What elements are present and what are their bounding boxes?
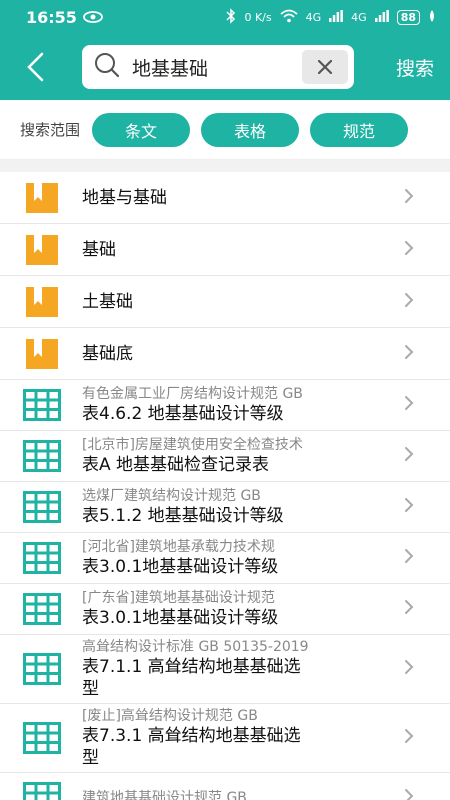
search-header: 地基基础 搜索: [0, 34, 450, 100]
result-title-continued: 型: [82, 679, 99, 699]
result-title: 表7.3.1 高耸结构地基基础选: [82, 726, 301, 746]
scope-label: 搜索范围: [20, 121, 81, 139]
result-row[interactable]: 土基础: [0, 276, 450, 328]
result-row[interactable]: 有色金属工业厂房结构设计规范 GB 表4.6.2 地基基础设计等级: [0, 380, 450, 431]
book-icon: [22, 337, 62, 371]
clear-search-button[interactable]: [302, 50, 348, 84]
signal-icon: [329, 9, 344, 25]
result-row[interactable]: [废止]高耸结构设计规范 GB 表7.3.1 高耸结构地基基础选型: [0, 704, 450, 773]
result-row[interactable]: 建筑地基基础设计规范 GB: [0, 773, 450, 800]
signal-label-1: 4G: [305, 10, 322, 24]
back-button[interactable]: [24, 47, 64, 87]
result-title: 表A 地基基础检查记录表: [82, 455, 270, 475]
chevron-right-icon: [404, 599, 414, 619]
battery-indicator: 88: [396, 9, 420, 25]
book-icon: [22, 181, 62, 215]
search-input[interactable]: 地基基础: [82, 45, 354, 89]
book-icon: [22, 233, 62, 267]
network-speed: 0 K/s: [244, 10, 272, 24]
chevron-right-icon: [404, 188, 414, 208]
result-source: [广东省]建筑地基基础设计规范: [82, 590, 275, 606]
result-text: 地基与基础: [82, 187, 416, 209]
result-title: 表5.1.2 地基基础设计等级: [82, 506, 284, 526]
chevron-right-icon: [404, 395, 414, 415]
result-text: 基础: [82, 239, 416, 261]
result-row[interactable]: 基础底: [0, 328, 450, 380]
chevron-right-icon: [404, 292, 414, 312]
search-query-text: 地基基础: [132, 57, 209, 80]
result-title: 基础底: [82, 343, 133, 364]
result-text: [废止]高耸结构设计规范 GB 表7.3.1 高耸结构地基基础选型: [82, 707, 416, 769]
result-title: 基础: [82, 239, 116, 260]
result-list: 地基与基础基础土基础基础底有色金属工业厂房结构设计规范 GB 表4.6.2 地基基…: [0, 172, 450, 800]
result-source: 建筑地基基础设计规范 GB: [82, 790, 247, 800]
leaf-icon: [428, 9, 436, 25]
result-source: 高耸结构设计标准 GB 50135-2019: [82, 639, 309, 655]
search-icon: [94, 52, 120, 82]
result-row[interactable]: 基础: [0, 224, 450, 276]
result-text: [广东省]建筑地基基础设计规范表3.0.1地基基础设计等级: [82, 589, 416, 629]
result-source: 有色金属工业厂房结构设计规范 GB: [82, 386, 303, 402]
chevron-right-icon: [404, 446, 414, 466]
result-title: 表7.1.1 高耸结构地基基础选: [82, 657, 301, 677]
chevron-right-icon: [404, 788, 414, 800]
result-row[interactable]: 高耸结构设计标准 GB 50135-2019 表7.1.1 高耸结构地基基础选型: [0, 635, 450, 704]
result-source: [河北省]建筑地基承载力技术规: [82, 539, 275, 555]
search-scope-bar: 搜索范围 条文 表格 规范: [0, 100, 450, 160]
result-text: [河北省]建筑地基承载力技术规表3.0.1地基基础设计等级: [82, 538, 416, 578]
result-title: 表4.6.2 地基基础设计等级: [82, 404, 284, 424]
bluetooth-icon: [226, 7, 236, 27]
section-divider: [0, 160, 450, 172]
result-title: 表3.0.1地基基础设计等级: [82, 557, 279, 577]
chevron-left-icon: [27, 52, 44, 82]
result-row[interactable]: 地基与基础: [0, 172, 450, 224]
table-icon: [22, 653, 62, 685]
result-source: [废止]高耸结构设计规范 GB: [82, 708, 258, 724]
result-title: 表3.0.1地基基础设计等级: [82, 608, 279, 628]
scope-chip-standards[interactable]: 规范: [310, 112, 409, 147]
eye-icon: [83, 8, 103, 27]
chevron-right-icon: [404, 497, 414, 517]
chevron-right-icon: [404, 548, 414, 568]
result-text: 土基础: [82, 291, 416, 313]
book-icon: [22, 285, 62, 319]
status-bar: 16:55 0 K/s 4G 4G 88: [0, 0, 450, 34]
signal-icon: [374, 9, 389, 25]
result-title-continued: 型: [82, 748, 99, 768]
table-icon: [22, 440, 62, 472]
scope-chip-clauses[interactable]: 条文: [92, 112, 191, 147]
result-row[interactable]: 选煤厂建筑结构设计规范 GB 表5.1.2 地基基础设计等级: [0, 482, 450, 533]
result-source: 选煤厂建筑结构设计规范 GB: [82, 488, 261, 504]
chevron-right-icon: [404, 659, 414, 679]
chevron-right-icon: [404, 344, 414, 364]
result-row[interactable]: [河北省]建筑地基承载力技术规表3.0.1地基基础设计等级: [0, 533, 450, 584]
close-icon: [317, 59, 333, 75]
chevron-right-icon: [404, 728, 414, 748]
chevron-right-icon: [404, 240, 414, 260]
table-icon: [22, 593, 62, 625]
status-time: 16:55: [26, 7, 77, 27]
result-text: 基础底: [82, 343, 416, 365]
table-icon: [22, 389, 62, 421]
scope-chip-tables[interactable]: 表格: [201, 112, 300, 147]
result-title: 土基础: [82, 291, 133, 312]
result-text: 高耸结构设计标准 GB 50135-2019 表7.1.1 高耸结构地基基础选型: [82, 638, 416, 700]
result-text: 有色金属工业厂房结构设计规范 GB 表4.6.2 地基基础设计等级: [82, 385, 416, 425]
table-icon: [22, 782, 62, 800]
result-row[interactable]: [广东省]建筑地基基础设计规范表3.0.1地基基础设计等级: [0, 584, 450, 635]
table-icon: [22, 722, 62, 754]
result-row[interactable]: [北京市]房屋建筑使用安全检查技术表A 地基基础检查记录表: [0, 431, 450, 482]
search-button[interactable]: 搜索: [396, 54, 434, 81]
result-title: 地基与基础: [82, 187, 167, 208]
signal-label-2: 4G: [351, 10, 367, 24]
table-icon: [22, 491, 62, 523]
wifi-icon: [280, 9, 298, 26]
result-source: [北京市]房屋建筑使用安全检查技术: [82, 437, 303, 453]
result-text: 选煤厂建筑结构设计规范 GB 表5.1.2 地基基础设计等级: [82, 487, 416, 527]
result-text: 建筑地基基础设计规范 GB: [82, 789, 416, 800]
result-text: [北京市]房屋建筑使用安全检查技术表A 地基基础检查记录表: [82, 436, 416, 476]
table-icon: [22, 542, 62, 574]
